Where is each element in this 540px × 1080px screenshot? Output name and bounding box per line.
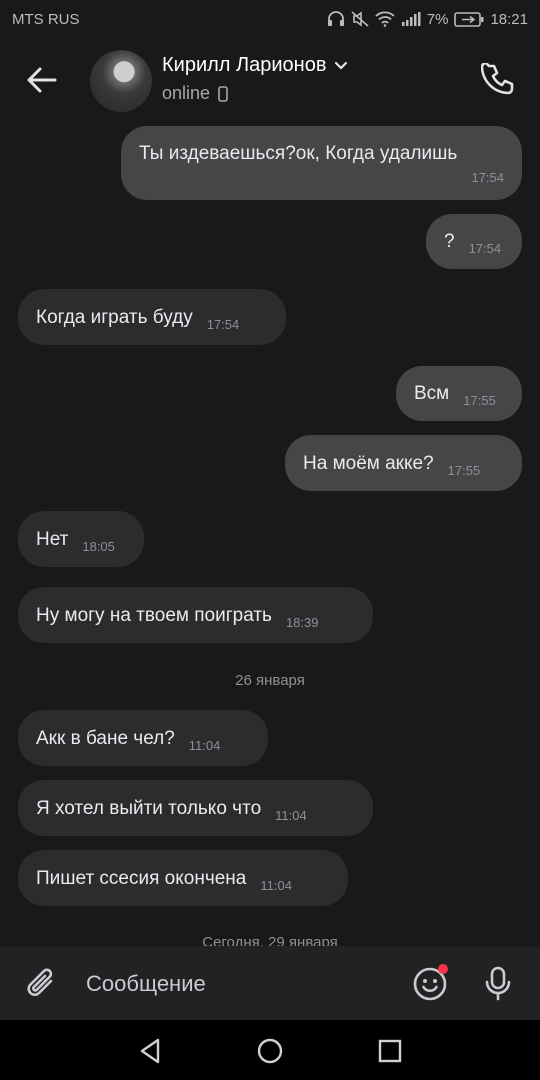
message-input[interactable]: [86, 964, 386, 1004]
message-list[interactable]: Ты издеваешься?ок, Когда удалишь 17:54 ?…: [0, 124, 540, 946]
message-time: 17:54: [206, 317, 240, 332]
message-text: Акк в бане чел?: [36, 728, 175, 749]
mute-icon: [351, 11, 369, 27]
message-time: 18:39: [285, 615, 319, 630]
message-time: 11:04: [275, 808, 307, 823]
contact-status: online: [162, 83, 348, 104]
nav-back-icon[interactable]: [136, 1037, 164, 1065]
avatar[interactable]: [90, 50, 152, 112]
message-text: Нет: [36, 529, 69, 550]
message-bubble[interactable]: Я хотел выйти только что 11:04: [18, 780, 373, 836]
contact-name-text: Кирилл Ларионов: [162, 54, 327, 76]
status-icons: 7% 18:21: [327, 11, 528, 28]
chevron-down-icon: [335, 61, 348, 70]
message-text: Ты издеваешься?ок, Когда удалишь: [139, 143, 458, 164]
attach-button[interactable]: [22, 964, 62, 1004]
nav-home-icon[interactable]: [256, 1037, 284, 1065]
status-bar: MTS RUS 7% 18:21: [0, 0, 540, 38]
message-bubble[interactable]: Когда играть буду 17:54: [18, 289, 286, 345]
mobile-phone-icon: [218, 85, 228, 102]
date-separator: Сегодня, 29 января: [202, 934, 338, 946]
message-text: Пишет ссесия окончена: [36, 868, 247, 889]
clock: 18:21: [490, 10, 528, 28]
message-bubble[interactable]: Ну могу на твоем поиграть 18:39: [18, 587, 373, 643]
contact-name: Кирилл Ларионов: [162, 54, 348, 77]
message-text: ?: [444, 231, 455, 252]
message-text: На моём акке?: [303, 453, 434, 474]
microphone-icon: [485, 966, 511, 1001]
contact-info[interactable]: Кирилл Ларионов online: [162, 54, 348, 104]
message-time: 17:55: [463, 393, 496, 408]
chat-header: Кирилл Ларионов online: [0, 38, 540, 124]
message-time: 17:54: [471, 170, 504, 185]
message-composer: [0, 946, 540, 1020]
message-time: 17:54: [468, 241, 502, 256]
message-time: 18:05: [82, 539, 115, 554]
message-time: 17:55: [447, 463, 481, 478]
nav-recents-icon[interactable]: [376, 1037, 404, 1065]
message-text: Я хотел выйти только что: [36, 798, 262, 819]
battery-charging-icon: [454, 11, 484, 27]
paperclip-icon: [27, 968, 53, 996]
carrier-label: MTS RUS: [12, 10, 80, 28]
system-nav-bar: [0, 1020, 540, 1080]
chat-screen: MTS RUS 7% 18:21 Кирилл Ларионов online …: [0, 0, 540, 1080]
message-time: 11:04: [260, 878, 292, 893]
back-button[interactable]: [24, 62, 60, 98]
emoji-button[interactable]: [410, 964, 450, 1004]
notification-dot: [438, 964, 448, 974]
voice-message-button[interactable]: [480, 964, 516, 1004]
message-text: Ну могу на твоем поиграть: [36, 605, 272, 626]
message-text: Когда играть буду: [36, 307, 193, 328]
headset-icon: [327, 11, 345, 27]
message-bubble[interactable]: ? 17:54: [426, 214, 522, 269]
message-bubble[interactable]: Нет 18:05: [18, 511, 144, 567]
message-bubble[interactable]: На моём акке? 17:55: [285, 435, 522, 491]
message-bubble[interactable]: Пишет ссесия окончена 11:04: [18, 850, 348, 906]
wifi-icon: [375, 11, 395, 27]
arrow-left-icon: [27, 67, 57, 93]
message-text: Всм: [414, 383, 450, 404]
call-button[interactable]: [478, 60, 518, 100]
signal-icon: [401, 12, 421, 26]
battery-percent: 7%: [426, 10, 449, 28]
message-time: 11:04: [188, 738, 221, 753]
message-bubble[interactable]: Акк в бане чел? 11:04: [18, 710, 268, 766]
message-bubble[interactable]: Всм 17:55: [396, 366, 522, 421]
date-separator: 26 января: [235, 672, 305, 689]
status-text: online: [162, 83, 211, 103]
phone-icon: [481, 63, 514, 95]
message-bubble[interactable]: Ты издеваешься?ок, Когда удалишь 17:54: [121, 126, 522, 200]
